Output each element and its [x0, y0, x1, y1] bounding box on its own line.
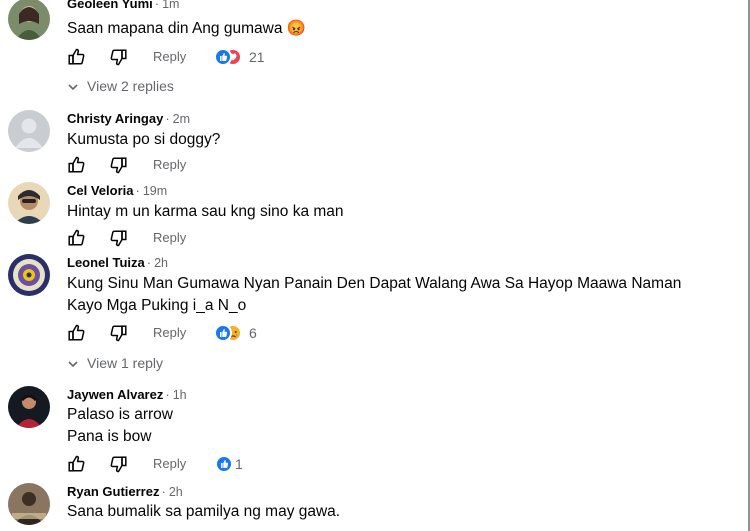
like-icon[interactable] [67, 454, 87, 474]
comment-text: Hintay m un karma sau kng sino ka man [67, 203, 344, 220]
commenter-name[interactable]: Cel Veloria · 19m [67, 183, 167, 198]
avatar[interactable] [8, 483, 50, 525]
comment-time: 1h [172, 388, 187, 402]
avatar[interactable] [8, 386, 50, 428]
like-icon[interactable] [67, 47, 87, 67]
chevron-down-icon [67, 355, 79, 371]
like-icon[interactable] [67, 228, 87, 248]
comment-time: 2h [168, 485, 183, 499]
like-icon[interactable] [67, 323, 87, 343]
commenter-name[interactable]: Christy Aringay · 2m [67, 111, 190, 126]
comment-text: Kung Sinu Man Gumawa Nyan Panain Den Dap… [67, 275, 682, 292]
chevron-down-icon [67, 78, 79, 94]
view-replies-link[interactable]: View 1 reply [67, 355, 163, 371]
commenter-name[interactable]: Jaywen Alvarez · 1h [67, 387, 187, 402]
avatar[interactable] [8, 254, 50, 296]
dislike-icon[interactable] [108, 155, 128, 175]
comment-time: 1m [162, 0, 180, 11]
reaction-count[interactable]: 6 [249, 325, 257, 341]
reaction-count[interactable]: 21 [249, 49, 265, 65]
dislike-icon[interactable] [108, 323, 128, 343]
comment-text: Palaso is arrow [67, 406, 173, 423]
commenter-name[interactable]: Ryan Gutierrez · 2h [67, 484, 183, 499]
dislike-icon[interactable] [108, 454, 128, 474]
comment-text: Saan mapana din Ang gumawa 😡 [67, 20, 307, 37]
comment-time: 2h [154, 256, 169, 270]
avatar[interactable] [8, 182, 50, 224]
avatar[interactable] [8, 0, 50, 40]
comment-text-line: Kayo Mga Puking i_a N_o [67, 297, 247, 314]
comment-text: Kumusta po si doggy? [67, 131, 221, 148]
reply-button[interactable]: Reply [153, 456, 186, 471]
reaction-icons[interactable] [214, 323, 248, 343]
comment-text-line: Pana is bow [67, 428, 152, 445]
reply-button[interactable]: Reply [153, 325, 186, 340]
commenter-name[interactable]: Leonel Tuiza · 2h [67, 255, 168, 270]
dislike-icon[interactable] [108, 228, 128, 248]
dislike-icon[interactable] [108, 47, 128, 67]
reply-button[interactable]: Reply [153, 157, 186, 172]
reaction-icons[interactable] [214, 47, 248, 67]
reply-button[interactable]: Reply [153, 230, 186, 245]
comment-text: Sana bumalik sa pamilya ng may gawa. [67, 503, 341, 520]
avatar[interactable] [8, 110, 50, 152]
view-replies-link[interactable]: View 2 replies [67, 78, 174, 94]
like-icon[interactable] [67, 155, 87, 175]
reaction-count[interactable]: 1 [235, 456, 243, 472]
comment-time: 19m [142, 184, 168, 198]
reaction-icons[interactable] [214, 454, 234, 474]
commenter-name[interactable]: Geoleen Yumi · 1m [67, 0, 179, 11]
comment-time: 2m [172, 112, 191, 126]
reply-button[interactable]: Reply [153, 49, 186, 64]
